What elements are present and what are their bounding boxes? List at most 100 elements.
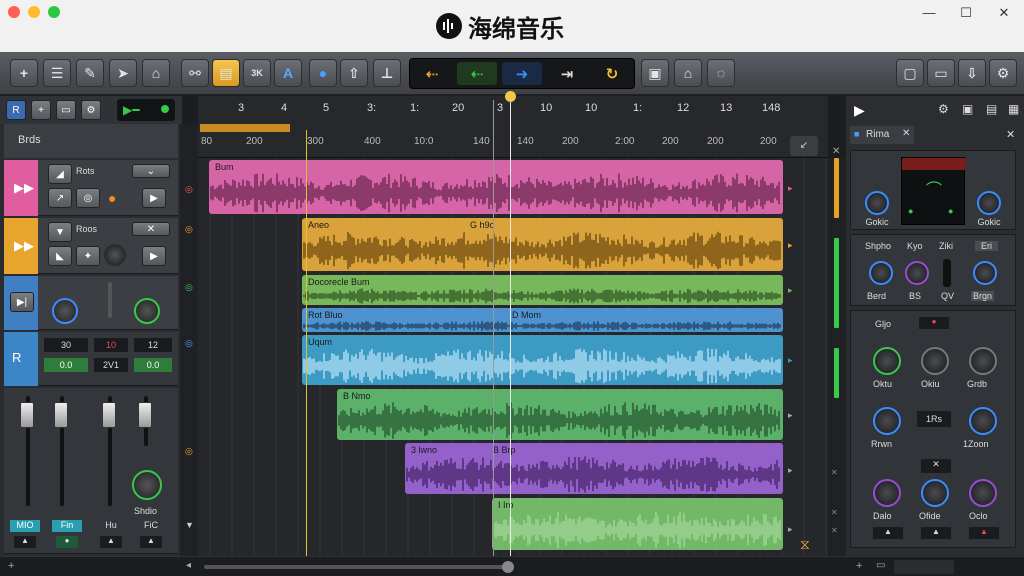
audio-clip[interactable]: Aneo G h9o [302,218,783,271]
knob[interactable] [873,347,901,375]
scroll-thumb[interactable] [502,561,514,573]
end-marker-icon[interactable]: ⧖ [800,536,810,553]
chevron-down-icon[interactable]: ⌄ [132,164,170,178]
knob[interactable] [865,191,889,215]
knob[interactable] [973,261,997,285]
zoom-traffic-light[interactable] [48,6,60,18]
add-track-icon[interactable]: + [31,100,51,120]
fader-1[interactable] [20,402,34,428]
up-arrow-icon[interactable]: ⇧ [340,59,368,87]
expand-icon[interactable]: ▶ [142,246,166,266]
fader-3[interactable] [102,402,116,428]
knob[interactable] [921,347,949,375]
close-small-icon[interactable]: ✕ [921,459,951,473]
plugin-tab[interactable]: ■ Rima ✕ [850,126,914,144]
value-box-3[interactable]: 12 [134,338,172,352]
play-icon[interactable]: ▶ [854,102,865,119]
pan-knob[interactable] [104,244,126,266]
loop-start-marker[interactable] [306,130,307,556]
minimize-traffic-light[interactable] [28,6,40,18]
knob[interactable] [921,479,949,507]
mute-icon[interactable]: ↗ [48,188,72,208]
solo-icon[interactable]: ✦ [76,246,100,266]
playhead-handle[interactable] [505,91,516,102]
close-icon[interactable]: ✕ [902,128,910,139]
export-icon[interactable]: ⇩ [958,59,986,87]
bell-icon[interactable]: ▲ [921,527,951,539]
channel-label-2[interactable]: Fin [52,520,82,532]
channel-label-1[interactable]: MIO [10,520,40,532]
zoom-fit-icon[interactable]: ↙ [790,136,818,156]
scroll-left-icon[interactable]: ◂ [186,560,191,571]
bell-icon[interactable]: ▲ [14,536,36,548]
track-header-3[interactable]: ▶| [4,276,178,330]
back-icon[interactable]: ⇠ [457,62,497,85]
record-arm-icon[interactable]: ● [56,536,78,548]
value-box-5[interactable]: 2V1 [94,358,128,372]
close-small-icon[interactable]: ✕ [832,146,840,157]
close-small-icon[interactable]: ✕ [831,508,838,517]
maximize-button[interactable]: ☐ [955,4,977,22]
track-header-2[interactable]: ▶▶ ▼ Roos ✕ ◣ ✦ ▶ [4,218,178,274]
knob[interactable] [977,191,1001,215]
export-icon[interactable]: ▦ [1008,102,1019,116]
save-icon[interactable]: ▭ [927,59,955,87]
expand-icon[interactable]: ▶ [142,188,166,208]
knob[interactable] [905,261,929,285]
select-icon[interactable]: ➤ [109,59,137,87]
folder-icon[interactable]: ▭ [876,560,885,571]
play-icon[interactable]: ▶▶ [14,238,34,254]
volume-knob[interactable] [52,298,78,324]
value-box-4[interactable]: 0.0 [44,358,88,372]
knob[interactable] [969,407,997,435]
speaker-icon[interactable]: ▼ [48,222,72,242]
mixer-icon[interactable]: ⚙ [938,102,949,116]
master-knob[interactable] [132,470,162,500]
text-icon[interactable]: A [274,59,302,87]
value-box-2[interactable]: 10 [94,338,128,352]
fader-2[interactable] [54,402,68,428]
channel-label-3[interactable]: Hu [96,520,126,532]
home-icon[interactable]: ⌂ [674,59,702,87]
grid-icon[interactable]: 3K [243,59,271,87]
track-header-4[interactable]: R 30 10 12 0.0 2V1 0.0 [4,332,178,386]
knob[interactable] [969,479,997,507]
value-box-6[interactable]: 0.0 [134,358,172,372]
collapse-icon[interactable]: ▶| [10,292,34,312]
close-panel-icon[interactable]: ✕ [1006,128,1015,141]
close-traffic-light[interactable] [8,6,20,18]
play-icon[interactable]: ▶▶ [14,180,34,196]
audio-clip[interactable]: Uqum [302,335,783,385]
layers-icon[interactable]: ▤ [212,59,240,87]
playhead[interactable] [510,96,511,556]
value-display[interactable]: 1Rs [917,411,951,427]
track-header-1[interactable]: ▶▶ ◢ Rots ⌄ ↗ ◎ ● ▶ [4,160,178,216]
link-icon[interactable]: ⚯ [181,59,209,87]
window-icon[interactable]: ▤ [986,102,997,116]
folder-icon[interactable]: ▭ [56,100,76,120]
knob[interactable] [969,347,997,375]
knob[interactable] [873,407,901,435]
scroll-down-icon[interactable]: ▼ [185,520,194,530]
bell-icon[interactable]: ▲ [873,527,903,539]
rewind-icon[interactable]: ⇠ [412,62,452,85]
solo-icon[interactable]: ◎ [76,188,100,208]
audio-clip[interactable]: Bum [209,160,783,214]
cut-icon[interactable]: ⌂ [142,59,170,87]
send-knob[interactable] [134,298,160,324]
ruler[interactable] [198,96,828,158]
mini-fader[interactable] [108,282,112,318]
audio-clip[interactable]: B Nmo [337,389,783,440]
close-small-icon[interactable]: ✕ [831,468,838,477]
add-icon[interactable]: + [856,560,862,572]
record-icon[interactable]: ▣ [641,59,669,87]
list-icon[interactable]: ☰ [43,59,71,87]
r-icon[interactable]: R [6,100,26,120]
pencil-icon[interactable]: ✎ [76,59,104,87]
audio-clip[interactable]: Docorecle Bum [302,275,783,305]
knob[interactable] [873,479,901,507]
bulb-icon[interactable]: ● [309,59,337,87]
minimize-button[interactable]: — [918,4,940,22]
fader-4[interactable] [138,402,152,428]
split-icon[interactable]: ⊥ [373,59,401,87]
